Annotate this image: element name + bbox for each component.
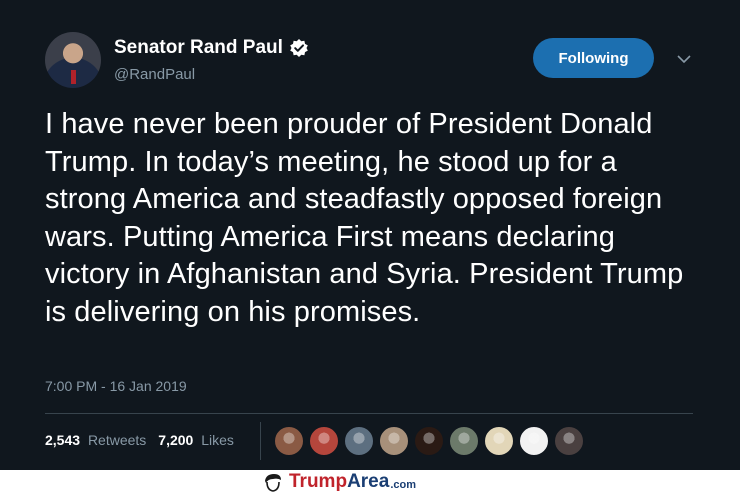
- watermark-brand-main: Trump: [289, 471, 348, 492]
- likes-label: Likes: [201, 432, 234, 448]
- tweet-timestamp[interactable]: 7:00 PM - 16 Jan 2019: [45, 378, 187, 394]
- author-display-name[interactable]: Senator Rand Paul: [114, 37, 283, 59]
- watermark-brand-name: TrumpArea: [289, 471, 389, 493]
- retweets-count: 2,543: [45, 432, 81, 448]
- verified-badge-icon: [289, 38, 309, 58]
- tweet-text: I have never been prouder of President D…: [45, 108, 684, 328]
- author-handle[interactable]: @RandPaul: [114, 66, 195, 83]
- liker-avatar[interactable]: [554, 426, 584, 456]
- liker-avatar[interactable]: [414, 426, 444, 456]
- stats-separator: [260, 422, 261, 460]
- retweets-stat[interactable]: 2,543 Retweets: [45, 432, 146, 448]
- liker-avatar[interactable]: [519, 426, 549, 456]
- trump-hair-logo-icon: [262, 471, 284, 493]
- liker-avatars: [274, 426, 589, 456]
- chevron-down-icon[interactable]: [676, 52, 692, 64]
- retweets-label: Retweets: [87, 432, 147, 448]
- liker-avatar[interactable]: [449, 426, 479, 456]
- likes-stat[interactable]: 7,200 Likes: [158, 432, 234, 448]
- likes-count: 7,200: [158, 432, 194, 448]
- watermark-brand: TrumpArea .com: [262, 470, 416, 494]
- liker-avatar[interactable]: [309, 426, 339, 456]
- liker-avatar[interactable]: [484, 426, 514, 456]
- avatar[interactable]: [45, 32, 101, 88]
- liker-avatar[interactable]: [379, 426, 409, 456]
- author-name-row: Senator Rand Paul: [114, 37, 309, 59]
- watermark-brand-domain: .com: [390, 478, 416, 491]
- liker-avatar[interactable]: [274, 426, 304, 456]
- watermark-brand-accent: Area: [347, 471, 390, 492]
- divider: [45, 413, 693, 414]
- avatar-tie: [71, 70, 76, 84]
- liker-avatar[interactable]: [344, 426, 374, 456]
- tweet-card: Senator Rand Paul @RandPaul Following I …: [0, 0, 740, 470]
- following-button[interactable]: Following: [533, 38, 654, 78]
- tweet-stats: 2,543 Retweets 7,200 Likes: [45, 432, 246, 448]
